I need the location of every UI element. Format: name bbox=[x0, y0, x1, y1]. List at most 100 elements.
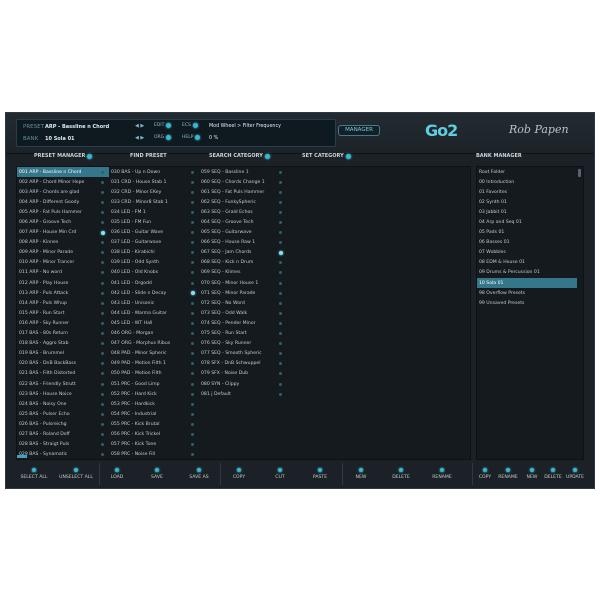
bank-scrollbar[interactable] bbox=[578, 169, 581, 177]
preset-item[interactable]: 035 LED - FM Fun bbox=[109, 217, 199, 227]
preset-item[interactable]: 076 SEQ - Sky Runner bbox=[199, 339, 287, 349]
category-dot-icon[interactable] bbox=[101, 321, 104, 325]
category-dot-icon[interactable] bbox=[101, 352, 104, 356]
category-dot-icon[interactable] bbox=[191, 251, 194, 255]
category-dot-icon[interactable] bbox=[101, 281, 104, 285]
category-dot-icon[interactable] bbox=[101, 261, 104, 265]
category-dot-icon[interactable] bbox=[191, 221, 194, 225]
preset-item[interactable]: 029 BAS - Synamatic bbox=[17, 450, 109, 459]
category-dot-icon[interactable] bbox=[191, 432, 194, 436]
category-dot-icon[interactable] bbox=[101, 422, 104, 426]
category-dot-icon[interactable] bbox=[279, 291, 282, 295]
category-dot-icon[interactable] bbox=[279, 190, 282, 194]
category-dot-icon[interactable] bbox=[191, 362, 194, 366]
category-dot-icon[interactable] bbox=[279, 372, 282, 376]
category-dot-icon[interactable] bbox=[101, 432, 104, 436]
save-as-button[interactable]: SAVE AS bbox=[179, 468, 219, 480]
category-dot-icon[interactable] bbox=[191, 342, 194, 346]
preset-item[interactable]: 024 BAS - Noisy One bbox=[17, 399, 109, 409]
bank-item[interactable]: 05 Pads 01 bbox=[477, 228, 577, 238]
category-dot-icon[interactable] bbox=[279, 352, 282, 356]
preset-item[interactable]: 061 SEQ - Fat Puls Hammer bbox=[199, 187, 287, 197]
preset-item[interactable]: 071 SEQ - Minor Parade bbox=[199, 288, 287, 298]
category-dot-icon[interactable] bbox=[101, 332, 104, 336]
category-dot-icon[interactable] bbox=[191, 170, 194, 174]
preset-item[interactable]: 049 PAD - Motion Filth 1 bbox=[109, 359, 199, 369]
preset-item[interactable]: 034 LED - FM 1 bbox=[109, 207, 199, 217]
bank-item[interactable]: 09 Drums & Percussion 01 bbox=[477, 268, 577, 278]
preset-item[interactable]: 058 PRC - Noise Fill bbox=[109, 450, 199, 459]
category-dot-icon[interactable] bbox=[101, 382, 104, 386]
help-button[interactable]: HELP bbox=[182, 135, 201, 140]
category-dot-icon[interactable] bbox=[191, 453, 194, 457]
search-category-led-icon[interactable] bbox=[264, 153, 270, 159]
bank-item[interactable]: 03 Jabbit 01 bbox=[477, 207, 577, 217]
category-dot-icon[interactable] bbox=[191, 281, 194, 285]
preset-item[interactable]: 025 BAS - Pulser Echo bbox=[17, 409, 109, 419]
preset-item[interactable]: 067 SEQ - Jam Chords bbox=[199, 248, 287, 258]
preset-row[interactable]: PRESET ARP - Bassline n Chord bbox=[23, 121, 109, 133]
edit-button[interactable]: EDIT bbox=[154, 123, 172, 128]
preset-item[interactable]: 045 LED - WT Hall bbox=[109, 318, 199, 328]
preset-item[interactable]: 080 SYN - Clippy bbox=[199, 379, 287, 389]
preset-item[interactable]: 001 ARP - Bassline n Chord bbox=[17, 167, 109, 178]
category-dot-icon[interactable] bbox=[191, 190, 194, 194]
preset-item[interactable]: 065 SEQ - Guitarwave bbox=[199, 228, 287, 238]
preset-item[interactable]: 006 ARP - Groove Tech bbox=[17, 217, 109, 227]
preset-item[interactable]: 017 BAS - 80s Return bbox=[17, 329, 109, 339]
category-dot-icon[interactable] bbox=[279, 281, 282, 285]
category-dot-icon[interactable] bbox=[191, 321, 194, 325]
bank-item[interactable]: 99 Unsaved Presets bbox=[477, 298, 577, 308]
preset-item[interactable]: 048 PAD - Minor Spheric bbox=[109, 349, 199, 359]
preset-item[interactable]: 041 LED - Orgodd bbox=[109, 278, 199, 288]
category-dot-icon[interactable] bbox=[191, 402, 194, 406]
preset-item[interactable]: 078 SFX - DnB Schwuppel bbox=[199, 359, 287, 369]
preset-item[interactable]: 013 ARP - Puls Attack bbox=[17, 288, 109, 298]
unselect-all-button[interactable]: UNSELECT ALL bbox=[56, 468, 96, 480]
bank-update-button[interactable]: UPDATE bbox=[557, 468, 593, 480]
bank-item[interactable]: 02 Synth 01 bbox=[477, 197, 577, 207]
category-dot-icon[interactable] bbox=[191, 382, 194, 386]
preset-item[interactable]: 008 ARP - Kinnes bbox=[17, 238, 109, 248]
preset-item[interactable]: 021 BAS - Filth Distorted bbox=[17, 369, 109, 379]
preset-item[interactable]: 016 ARP - Sky Runner bbox=[17, 318, 109, 328]
preset-item[interactable]: 010 ARP - Minor Trancer bbox=[17, 258, 109, 268]
preset-item[interactable]: 052 PRC - Hard Kick bbox=[109, 389, 199, 399]
preset-item[interactable]: 054 PRC - Industrial bbox=[109, 409, 199, 419]
category-dot-icon[interactable] bbox=[279, 241, 282, 245]
preset-item[interactable]: 063 SEQ - Grald Echos bbox=[199, 207, 287, 217]
category-dot-icon[interactable] bbox=[191, 392, 194, 396]
category-star-icon[interactable] bbox=[278, 250, 283, 255]
category-dot-icon[interactable] bbox=[279, 362, 282, 366]
category-dot-icon[interactable] bbox=[101, 180, 104, 184]
preset-item[interactable]: 036 LED - Guitar Wave bbox=[109, 228, 199, 238]
category-dot-icon[interactable] bbox=[101, 342, 104, 346]
category-dot-icon[interactable] bbox=[279, 321, 282, 325]
preset-item[interactable]: 003 ARP - Chords are glad bbox=[17, 187, 109, 197]
bank-item[interactable]: 07 Wobbles bbox=[477, 248, 577, 258]
category-dot-icon[interactable] bbox=[101, 241, 104, 245]
category-dot-icon[interactable] bbox=[101, 291, 104, 295]
category-star-icon[interactable] bbox=[100, 230, 105, 235]
org-button[interactable]: ORG bbox=[154, 135, 172, 140]
preset-item[interactable]: 050 PAD - Motion Filth bbox=[109, 369, 199, 379]
preset-item[interactable]: 011 ARP - No word bbox=[17, 268, 109, 278]
category-dot-icon[interactable] bbox=[279, 231, 282, 235]
preset-item[interactable]: 073 SEQ - Odd Walk bbox=[199, 308, 287, 318]
bank-item[interactable]: 08 EDM & House 01 bbox=[477, 258, 577, 268]
category-dot-icon[interactable] bbox=[279, 301, 282, 305]
delete-button[interactable]: DELETE bbox=[381, 468, 421, 480]
preset-prev-next-icon[interactable]: ◀ ▶ bbox=[135, 123, 144, 129]
category-dot-icon[interactable] bbox=[191, 332, 194, 336]
category-dot-icon[interactable] bbox=[279, 311, 282, 315]
preset-item[interactable]: 039 LED - Odd Synth bbox=[109, 258, 199, 268]
category-dot-icon[interactable] bbox=[101, 402, 104, 406]
preset-item[interactable]: 042 LED - Slide n Decay bbox=[109, 288, 199, 298]
category-dot-icon[interactable] bbox=[101, 251, 104, 255]
category-dot-icon[interactable] bbox=[101, 190, 104, 194]
preset-item[interactable]: 044 LED - Warma Guitar bbox=[109, 308, 199, 318]
category-dot-icon[interactable] bbox=[101, 362, 104, 366]
bank-row[interactable]: BANK 10 Sola 01 bbox=[23, 133, 75, 145]
select-all-button[interactable]: SELECT ALL bbox=[14, 468, 54, 480]
preset-item[interactable]: 020 BAS - DnB BackBass bbox=[17, 359, 109, 369]
